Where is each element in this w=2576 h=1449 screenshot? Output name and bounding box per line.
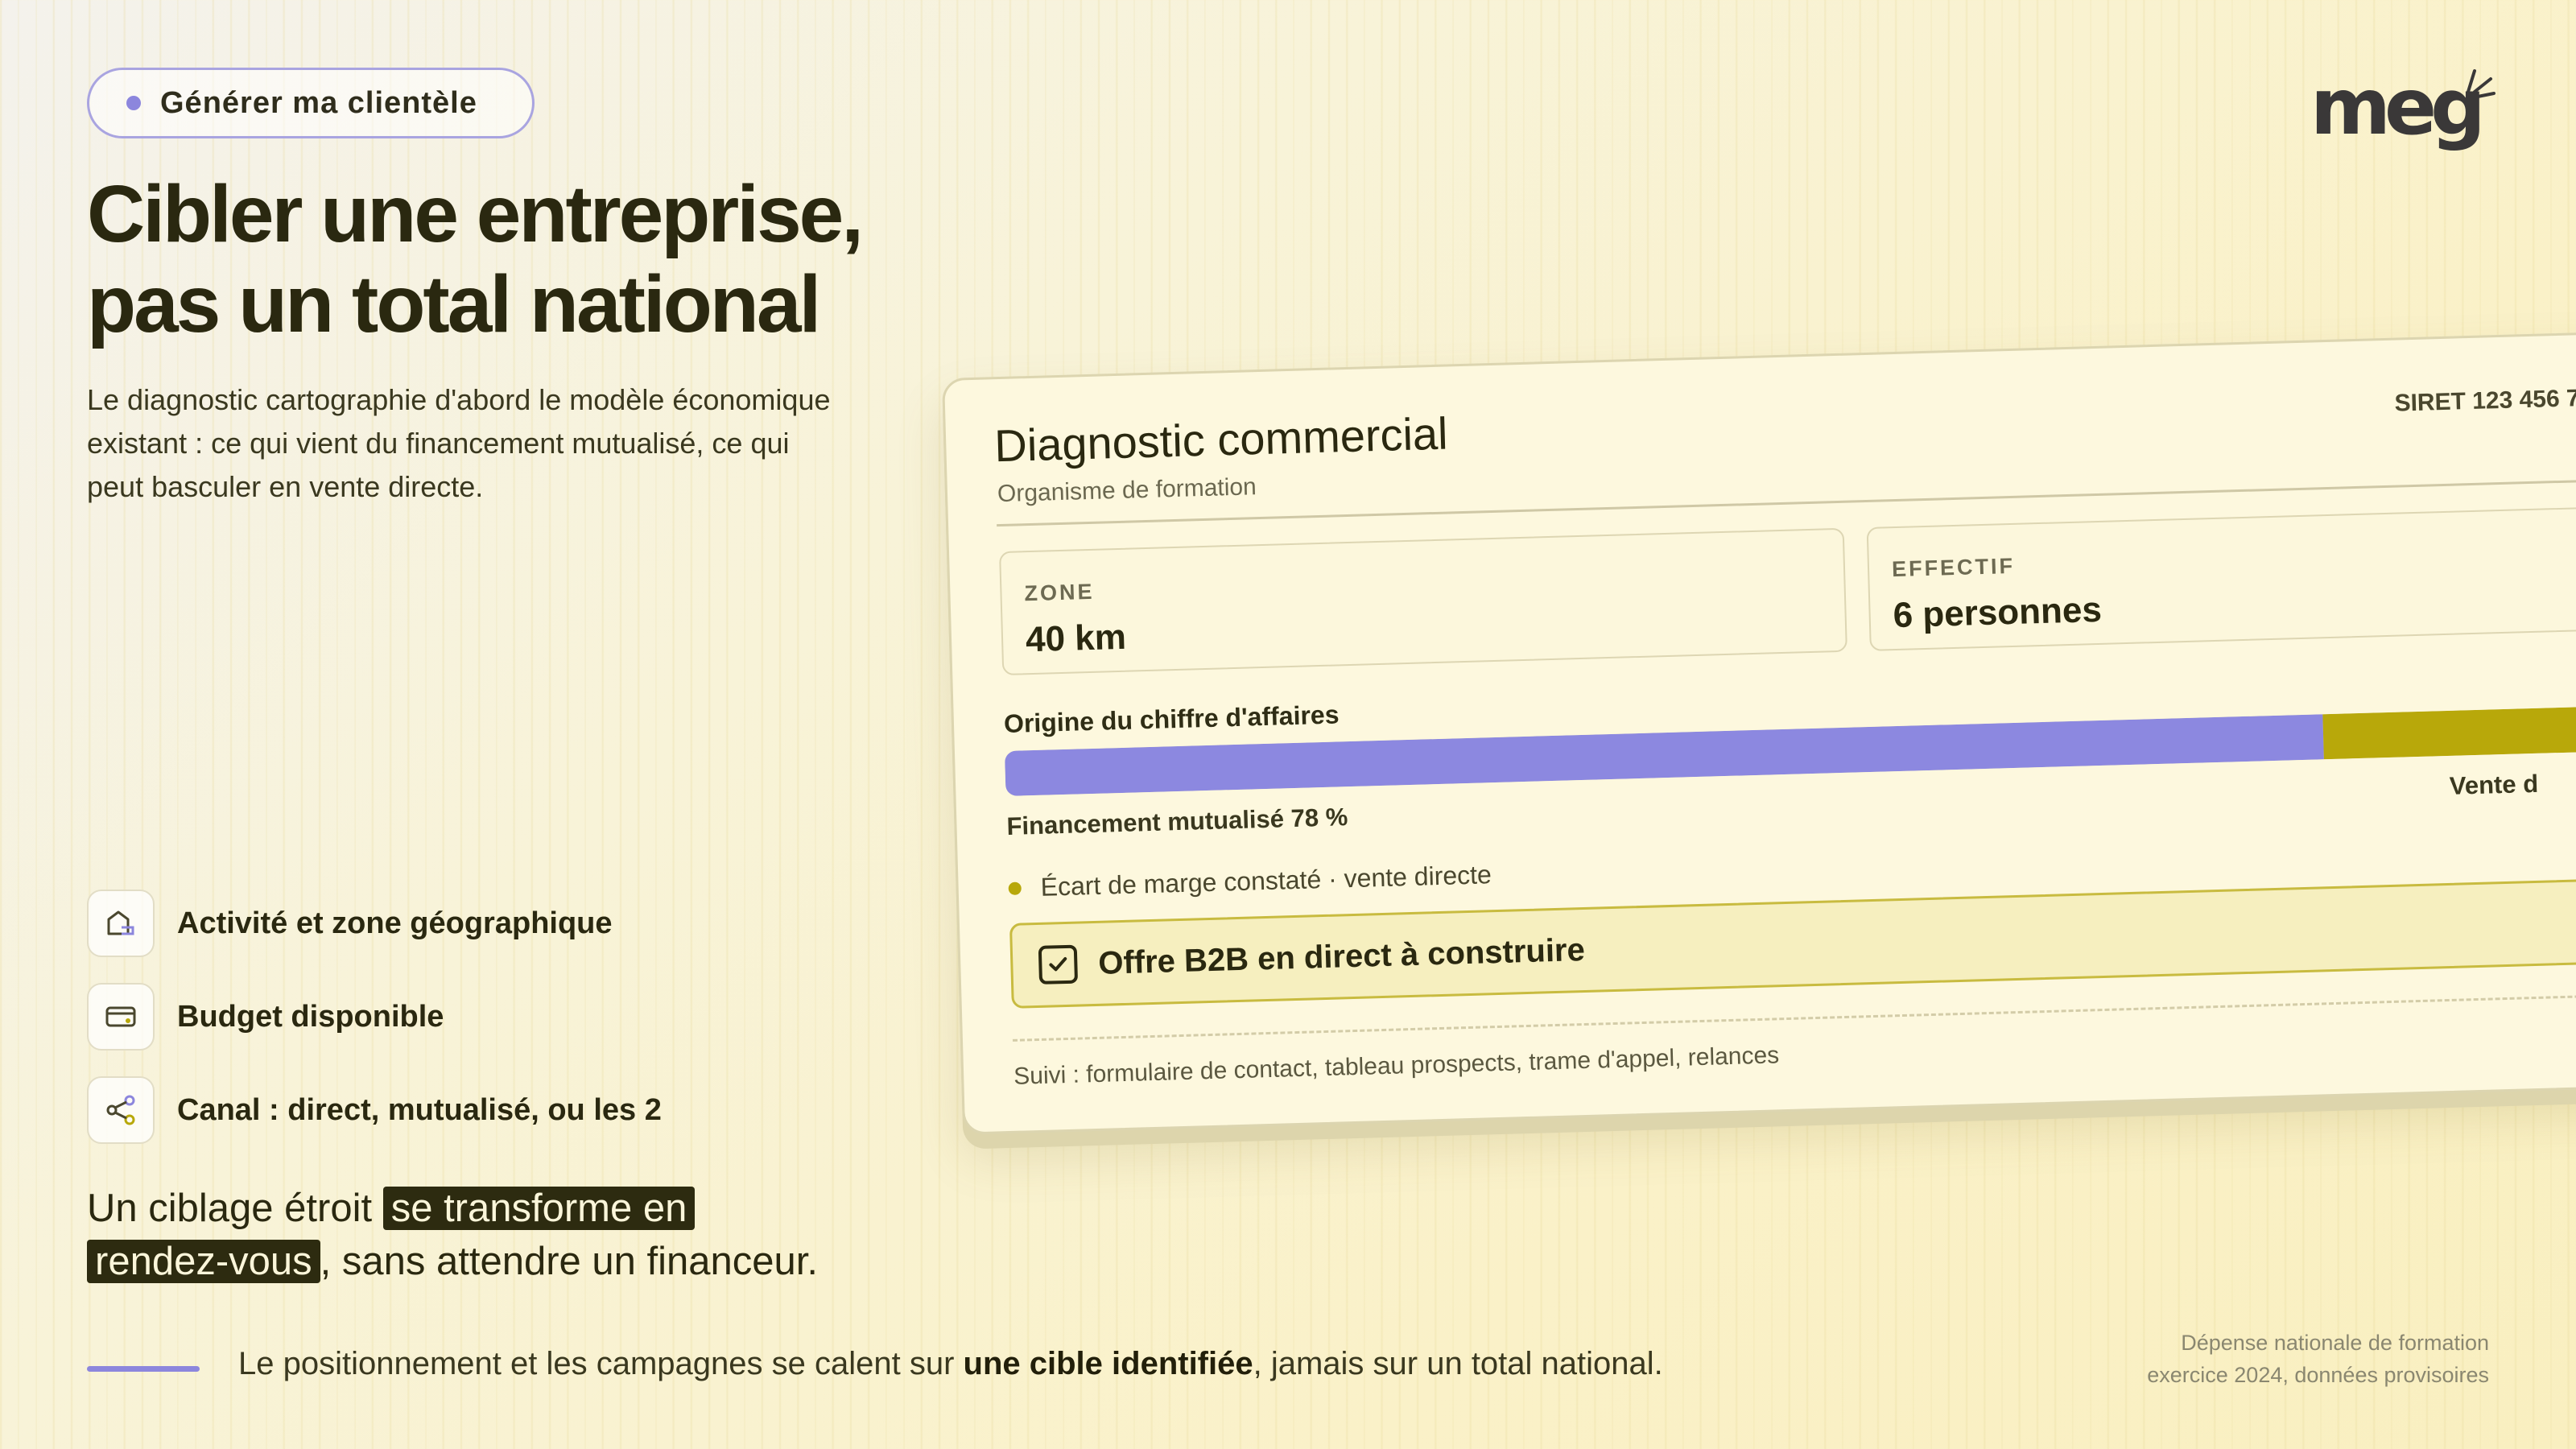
claim-after: , sans attendre un financeur. — [320, 1240, 819, 1283]
feature-item: Activité et zone géographique — [87, 889, 662, 958]
stat-effectif: EFFECTIF 6 personnes — [1866, 504, 2576, 651]
bullet-dot — [1008, 881, 1022, 895]
feature-label: Canal : direct, mutualisé, ou les 2 — [177, 1092, 662, 1127]
checkbox-checked-icon[interactable] — [1038, 944, 1079, 985]
claim-before: Un ciblage étroit — [87, 1187, 383, 1230]
feature-label: Budget disponible — [177, 999, 444, 1034]
page-title: Cibler une entreprise, pas un total nati… — [87, 169, 972, 349]
stat-zone-key: ZONE — [1024, 579, 1095, 606]
claim-text: Un ciblage étroit se transforme en rendez… — [87, 1182, 972, 1288]
share-icon — [87, 1076, 155, 1144]
source-note: Dépense nationale de formation exercice … — [2147, 1327, 2489, 1391]
logo-text: meg — [2310, 62, 2486, 152]
footer-accent-line — [87, 1366, 200, 1372]
footer-bold: une cible identifiée — [963, 1346, 1253, 1381]
vente-label: Vente d — [2449, 769, 2539, 800]
footer-text: Le positionnement et les campagnes se ca… — [238, 1346, 1663, 1382]
diagnostic-card: Diagnostic commercial Organisme de forma… — [942, 329, 2576, 1135]
stat-zone: ZONE 40 km — [999, 527, 1847, 676]
source-line-1: Dépense nationale de formation — [2181, 1331, 2489, 1355]
feature-label: Activité et zone géographique — [177, 906, 613, 940]
financement-label: Financement mutualisé 78 % — [1006, 803, 1348, 840]
card-title: Diagnostic commercial — [993, 407, 1449, 472]
feature-item: Budget disponible — [87, 982, 662, 1051]
feature-item: Canal : direct, mutualisé, ou les 2 — [87, 1075, 662, 1145]
card-siret: SIRET 123 456 7 — [2394, 385, 2576, 417]
wallet-icon — [87, 983, 155, 1051]
house-icon — [87, 890, 155, 957]
ecart-row: Écart de marge constaté · vente directe — [1008, 860, 1492, 903]
footer-before: Le positionnement et les campagnes se ca… — [238, 1346, 964, 1381]
title-line-1: Cibler une entreprise, — [87, 169, 864, 259]
ecart-text: Écart de marge constaté · vente directe — [1040, 860, 1492, 902]
stat-effectif-value: 6 personnes — [1893, 589, 2103, 636]
pill-dot — [126, 96, 141, 110]
feature-list: Activité et zone géographique Budget dis… — [87, 889, 662, 1169]
claim-highlight-2: rendez-vous — [87, 1240, 320, 1283]
section-pill: Générer ma clientèle — [87, 68, 535, 138]
card-subtitle: Organisme de formation — [997, 473, 1257, 508]
footer-after: , jamais sur un total national. — [1253, 1346, 1663, 1381]
stat-zone-value: 40 km — [1025, 617, 1127, 660]
follow-text: Suivi : formulaire de contact, tableau p… — [1013, 1042, 1780, 1090]
source-line-2: exercice 2024, données provisoires — [2147, 1363, 2489, 1387]
brand-logo: meg — [2310, 63, 2496, 151]
offer-text: Offre B2B en direct à construire — [1097, 931, 1586, 981]
stat-effectif-key: EFFECTIF — [1891, 553, 2016, 582]
origin-label: Origine du chiffre d'affaires — [1003, 700, 1340, 739]
spark-icon — [2467, 69, 2496, 98]
claim-highlight-1: se transforme en — [382, 1187, 696, 1230]
pill-label: Générer ma clientèle — [160, 85, 477, 120]
title-line-2: pas un total national — [87, 259, 821, 349]
lead-paragraph: Le diagnostic cartographie d'abord le mo… — [87, 383, 831, 503]
bar-direct — [2322, 704, 2576, 760]
